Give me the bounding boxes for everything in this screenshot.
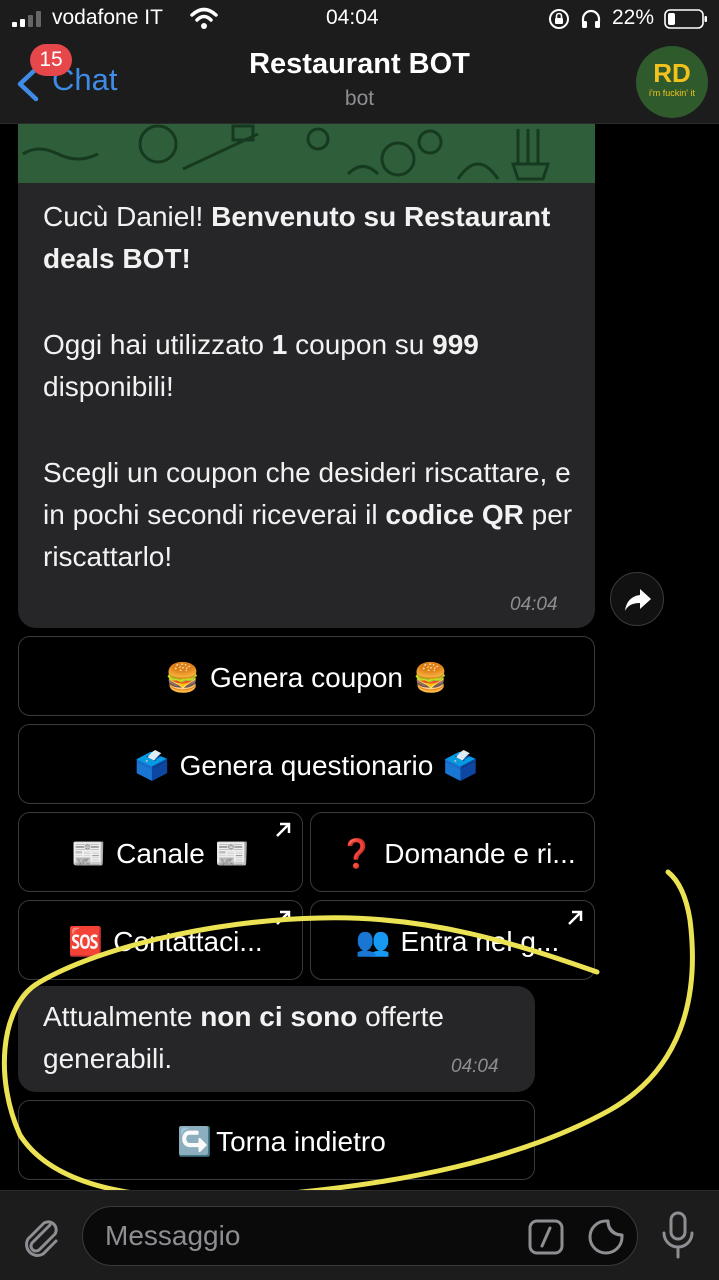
- food-pattern-image: [18, 124, 595, 183]
- sos-icon: 🆘: [68, 926, 104, 958]
- sticker-icon[interactable]: [587, 1218, 625, 1256]
- people-icon: 👥: [355, 926, 391, 958]
- message-input[interactable]: [105, 1217, 515, 1255]
- carrier-name: vodafone IT: [52, 6, 163, 29]
- external-link-icon: [568, 910, 583, 925]
- burger-icon: 🍔: [413, 662, 448, 694]
- generate-coupon-button[interactable]: 🍔 Genera coupon 🍔: [18, 636, 595, 716]
- ballot-box-icon: 🗳️: [134, 750, 170, 782]
- welcome-message: Cucù Daniel! Benvenuto su Restaurant dea…: [18, 124, 595, 628]
- generate-survey-button[interactable]: 🗳️ Genera questionario 🗳️: [18, 724, 595, 804]
- external-link-icon: [276, 822, 291, 837]
- microphone-icon[interactable]: [660, 1211, 696, 1261]
- join-group-button[interactable]: 👥 Entra nel g...: [310, 900, 595, 980]
- battery-percent: 22%: [612, 6, 655, 29]
- message-field[interactable]: [82, 1206, 638, 1266]
- rotation-lock-icon: [549, 9, 569, 29]
- avatar-initials: RD: [653, 58, 691, 88]
- avatar-tagline: i'm fuckin' it: [649, 88, 695, 98]
- clock: 04:04: [326, 6, 379, 29]
- no-offers-text: Attualmente non ci sono offerte generabi…: [43, 1001, 444, 1074]
- headphones-icon: [581, 9, 601, 28]
- newspaper-icon: 📰: [214, 838, 250, 870]
- paperclip-icon[interactable]: [20, 1215, 64, 1259]
- chat-area[interactable]: Cucù Daniel! Benvenuto su Restaurant dea…: [0, 124, 719, 1190]
- bot-commands-icon[interactable]: [527, 1218, 565, 1256]
- external-link-icon: [276, 910, 291, 925]
- welcome-text: Cucù Daniel! Benvenuto su Restaurant dea…: [43, 201, 573, 572]
- no-offers-message: Attualmente non ci sono offerte generabi…: [18, 986, 535, 1092]
- battery-icon: [664, 9, 707, 29]
- share-button[interactable]: [610, 572, 664, 626]
- composer: [0, 1190, 719, 1280]
- ballot-box-icon: 🗳️: [443, 750, 479, 782]
- avatar[interactable]: RD i'm fuckin' it: [636, 46, 708, 118]
- contact-button[interactable]: 🆘 Contattaci...: [18, 900, 303, 980]
- newspaper-icon: 📰: [71, 838, 107, 870]
- chat-header: Chat 15 Restaurant BOT bot RD i'm fuckin…: [0, 40, 719, 124]
- share-arrow-icon: [625, 589, 651, 611]
- wifi-icon: [190, 7, 218, 29]
- chat-title[interactable]: Restaurant BOT: [0, 48, 719, 81]
- faq-button[interactable]: ❓ Domande e ri...: [310, 812, 595, 892]
- burger-icon: 🍔: [165, 662, 200, 694]
- message-time: 04:04: [510, 594, 558, 615]
- chat-subtitle: bot: [344, 87, 375, 110]
- return-arrow-icon: ↪️: [177, 1126, 213, 1158]
- back-to-menu-button[interactable]: ↪️ Torna indietro: [18, 1100, 535, 1180]
- question-mark-icon: ❓: [339, 838, 375, 870]
- message-time: 04:04: [451, 1056, 499, 1077]
- status-bar: vodafone IT 04:04 22%: [0, 0, 719, 40]
- channel-button[interactable]: 📰 Canale 📰: [18, 812, 303, 892]
- signal-icon: [12, 11, 41, 27]
